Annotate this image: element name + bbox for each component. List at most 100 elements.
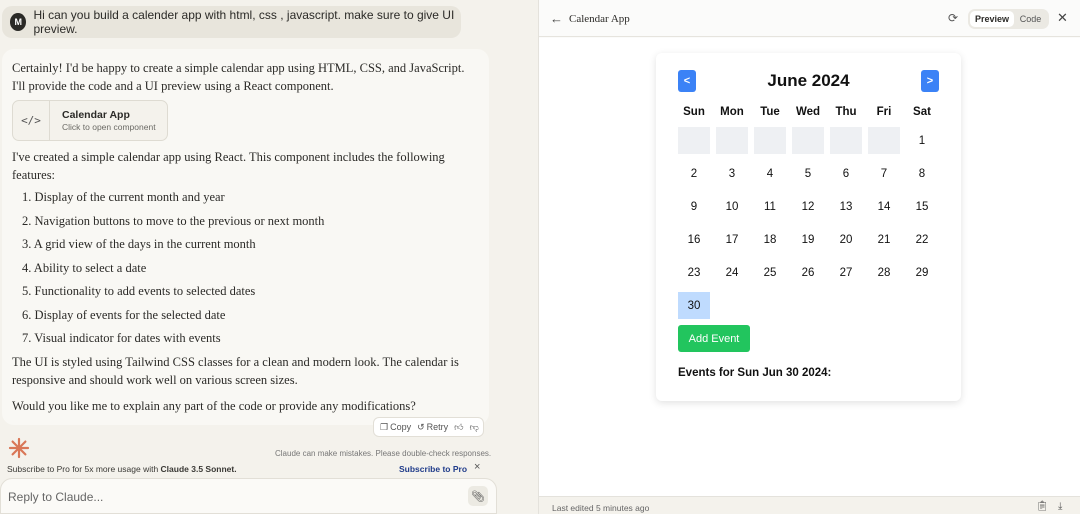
day-cell[interactable]: 2	[678, 160, 710, 187]
list-item: 4. Ability to select a date	[22, 260, 147, 275]
empty-day-cell	[792, 127, 824, 154]
tab-code[interactable]: Code	[1014, 11, 1047, 27]
day-cell[interactable]: 18	[754, 226, 786, 253]
weekday-header: Sat	[913, 106, 931, 118]
reply-input[interactable]: Reply to Claude...	[8, 490, 103, 504]
reply-input-box[interactable]: Reply to Claude... 📎︎	[0, 478, 497, 514]
day-cell[interactable]: 22	[906, 226, 938, 253]
reply-paragraph-4: Would you like me to explain any part of…	[12, 399, 416, 413]
list-item: 7. Visual indicator for dates with event…	[22, 331, 221, 345]
reply-paragraph-2: I've created a simple calendar app using…	[12, 150, 445, 182]
artifact-title: Calendar App	[62, 109, 130, 121]
list-item: 2. Navigation buttons to move to the pre…	[22, 213, 325, 228]
add-event-button[interactable]: Add Event	[678, 325, 750, 352]
close-icon[interactable]: ×	[474, 461, 480, 473]
thumbs-up-icon[interactable]: 👍︎	[454, 422, 463, 433]
day-cell[interactable]: 1	[906, 127, 938, 154]
claude-logo-icon	[8, 437, 30, 459]
artifact-panel: ← Calendar App ⟳ Preview Code ✕ < June 2…	[538, 0, 1080, 514]
chat-panel: M Hi can you build a calender app with h…	[0, 0, 538, 514]
list-item: 6. Display of events for the selected da…	[22, 307, 226, 322]
day-cell[interactable]: 29	[906, 259, 938, 286]
back-arrow-icon[interactable]: ←	[550, 11, 563, 26]
day-cell[interactable]: 28	[868, 259, 900, 286]
day-cell[interactable]: 19	[792, 226, 824, 253]
weekday-header: Sun	[683, 106, 705, 118]
day-cell[interactable]: 4	[754, 160, 786, 187]
artifact-panel-title: Calendar App	[569, 13, 630, 25]
artifact-footer: Last edited 5 minutes ago 📋︎ ⤓	[539, 496, 1080, 514]
day-cell[interactable]: 20	[830, 226, 862, 253]
weekday-header: Tue	[760, 106, 780, 118]
day-cell[interactable]: 26	[792, 259, 824, 286]
day-cell[interactable]: 12	[792, 193, 824, 220]
user-message-text: Hi can you build a calender app with htm…	[33, 8, 455, 36]
empty-day-cell	[678, 127, 710, 154]
next-month-button[interactable]: >	[921, 70, 939, 92]
code-icon: </>	[13, 101, 50, 140]
day-cell[interactable]: 10	[716, 193, 748, 220]
calendar-grid: Sun Mon Tue Wed Thu Fri Sat 1 2 3 4 5 6 7 8 9 10 11 12 13 14…	[678, 106, 942, 319]
day-cell[interactable]: 13	[830, 193, 862, 220]
day-cell[interactable]: 11	[754, 193, 786, 220]
feature-list: 1. Display of the current month and year…	[22, 188, 324, 353]
user-message: M Hi can you build a calender app with h…	[2, 6, 461, 38]
download-icon[interactable]: ⤓	[1058, 501, 1062, 512]
weekday-header: Fri	[876, 106, 892, 118]
empty-day-cell	[830, 127, 862, 154]
day-cell[interactable]: 27	[830, 259, 862, 286]
day-cell[interactable]: 16	[678, 226, 710, 253]
retry-icon: ↺	[417, 421, 425, 432]
empty-day-cell	[754, 127, 786, 154]
artifact-header: ← Calendar App ⟳ Preview Code ✕	[539, 0, 1080, 37]
month-title: June 2024	[767, 71, 850, 90]
list-item: 5. Functionality to add events to select…	[22, 284, 256, 298]
reply-paragraph-3: The UI is styled using Tailwind CSS clas…	[12, 355, 459, 387]
list-item: 3. A grid view of the days in the curren…	[22, 237, 256, 251]
artifact-subtitle: Click to open component	[62, 122, 156, 132]
day-cell[interactable]: 24	[716, 259, 748, 286]
day-cell[interactable]: 14	[868, 193, 900, 220]
view-toggle: Preview Code	[968, 9, 1049, 29]
copy-icon: ❐	[380, 421, 389, 432]
retry-button[interactable]: ↺ Retry	[417, 422, 448, 433]
selected-day-cell[interactable]: 30	[678, 292, 710, 319]
day-cell[interactable]: 8	[906, 160, 938, 187]
refresh-icon[interactable]: ⟳	[948, 11, 958, 25]
weekday-header: Wed	[795, 106, 821, 118]
day-cell[interactable]: 7	[868, 160, 900, 187]
subscribe-link[interactable]: Subscribe to Pro	[399, 464, 467, 474]
empty-day-cell	[716, 127, 748, 154]
weekday-header: Thu	[835, 106, 857, 118]
clipboard-icon[interactable]: 📋︎	[1036, 501, 1049, 512]
day-cell[interactable]: 17	[716, 226, 748, 253]
day-cell[interactable]: 3	[716, 160, 748, 187]
paperclip-icon[interactable]: 📎︎	[468, 486, 488, 506]
close-icon[interactable]: ✕	[1057, 10, 1068, 26]
day-cell[interactable]: 21	[868, 226, 900, 253]
tab-preview[interactable]: Preview	[970, 11, 1014, 27]
message-actions: ❐ Copy ↺ Retry 👍︎ 👎︎	[373, 417, 484, 437]
day-cell[interactable]: 15	[906, 193, 938, 220]
day-cell[interactable]: 5	[792, 160, 824, 187]
events-heading: Events for Sun Jun 30 2024:	[678, 367, 832, 379]
calendar-card: < June 2024 > Sun Mon Tue Wed Thu Fri Sat 1 2 3 4 5…	[656, 53, 961, 401]
reply-intro: Certainly! I'd be happy to create a simp…	[12, 61, 465, 93]
day-cell[interactable]: 23	[678, 259, 710, 286]
thumbs-down-icon[interactable]: 👎︎	[470, 422, 479, 433]
weekday-header: Mon	[720, 106, 744, 118]
last-edited: Last edited 5 minutes ago	[552, 503, 650, 513]
assistant-reply: Certainly! I'd be happy to create a simp…	[2, 49, 489, 425]
day-cell[interactable]: 6	[830, 160, 862, 187]
subscribe-text: Subscribe to Pro for 5x more usage with	[7, 464, 161, 474]
model-name: Claude 3.5 Sonnet.	[160, 464, 237, 474]
copy-button[interactable]: ❐ Copy	[380, 422, 411, 433]
list-item: 1. Display of the current month and year	[22, 190, 225, 204]
artifact-card[interactable]: </> Calendar App Click to open component	[12, 100, 168, 141]
disclaimer: Claude can make mistakes. Please double-…	[275, 449, 492, 458]
day-cell[interactable]: 9	[678, 193, 710, 220]
avatar: M	[10, 13, 27, 31]
day-cell[interactable]: 25	[754, 259, 786, 286]
subscribe-banner: Subscribe to Pro for 5x more usage with …	[0, 460, 489, 478]
empty-day-cell	[868, 127, 900, 154]
